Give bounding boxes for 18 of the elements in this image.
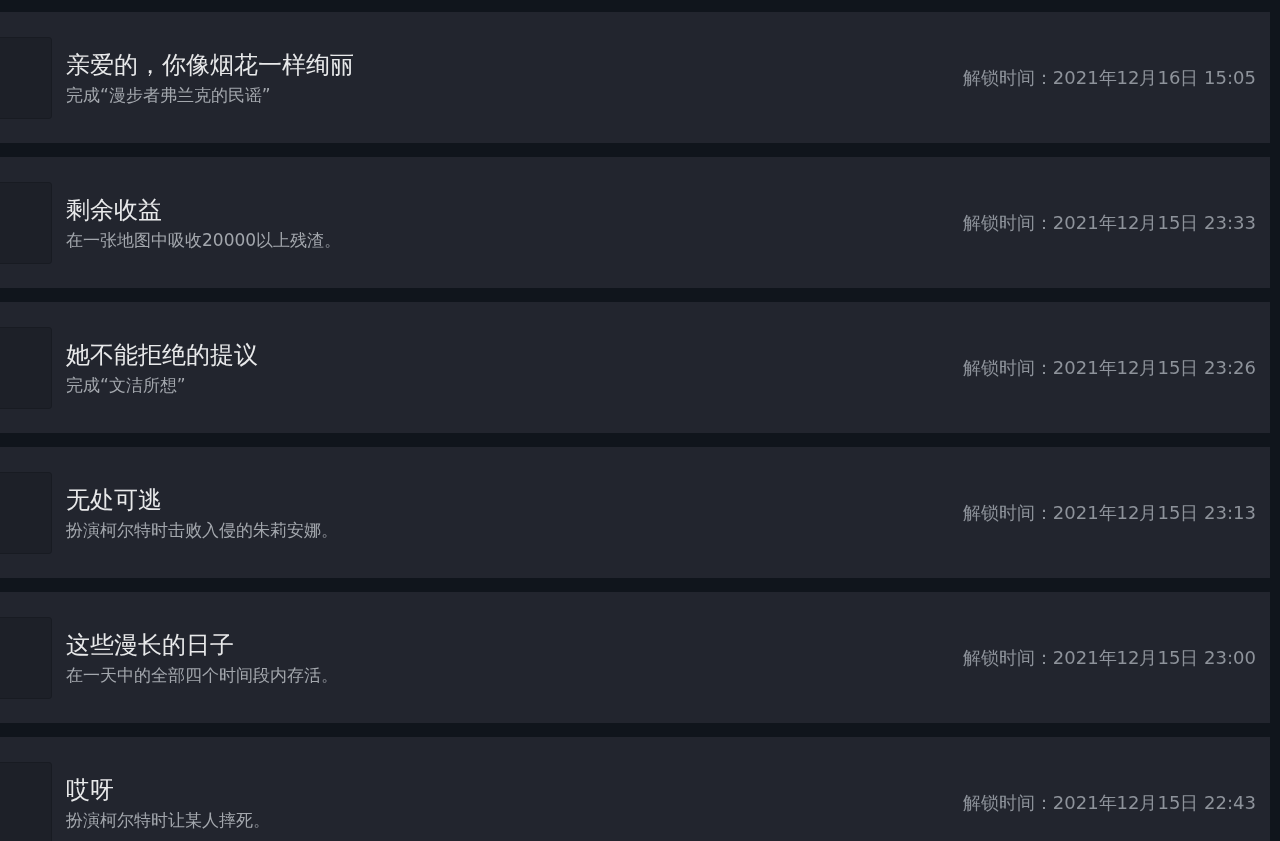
unlock-time: 解锁时间：2021年12月15日 23:00	[962, 645, 1256, 670]
achievement-title: 这些漫长的日子	[66, 629, 235, 660]
achievement-description: 在一天中的全部四个时间段内存活。	[66, 663, 339, 686]
achievement-description: 在一张地图中吸收20000以上残渣。	[66, 228, 343, 251]
achievement-description: 完成“漫步者弗兰克的民谣”	[66, 83, 272, 106]
achievement-description: 完成“文洁所想”	[66, 373, 187, 396]
achievement-title: 无处可逃	[66, 484, 163, 515]
unlock-time: 解锁时间：2021年12月15日 23:26	[962, 355, 1256, 380]
unlock-time: 解锁时间：2021年12月15日 23:33	[962, 210, 1256, 235]
achievement-title: 她不能拒绝的提议	[66, 339, 259, 370]
unlock-time: 解锁时间：2021年12月15日 22:43	[962, 790, 1256, 815]
unlock-time: 解锁时间：2021年12月15日 23:13	[962, 500, 1256, 525]
achievement-description: 扮演柯尔特时击败入侵的朱莉安娜。	[66, 518, 339, 541]
achievement-title: 亲爱的，你像烟花一样绚丽	[66, 49, 355, 80]
unlock-time: 解锁时间：2021年12月16日 15:05	[962, 65, 1256, 90]
achievement-title: 哎呀	[66, 774, 115, 805]
achievement-description: 扮演柯尔特时让某人摔死。	[66, 808, 271, 831]
achievement-title: 剩余收益	[66, 194, 163, 225]
